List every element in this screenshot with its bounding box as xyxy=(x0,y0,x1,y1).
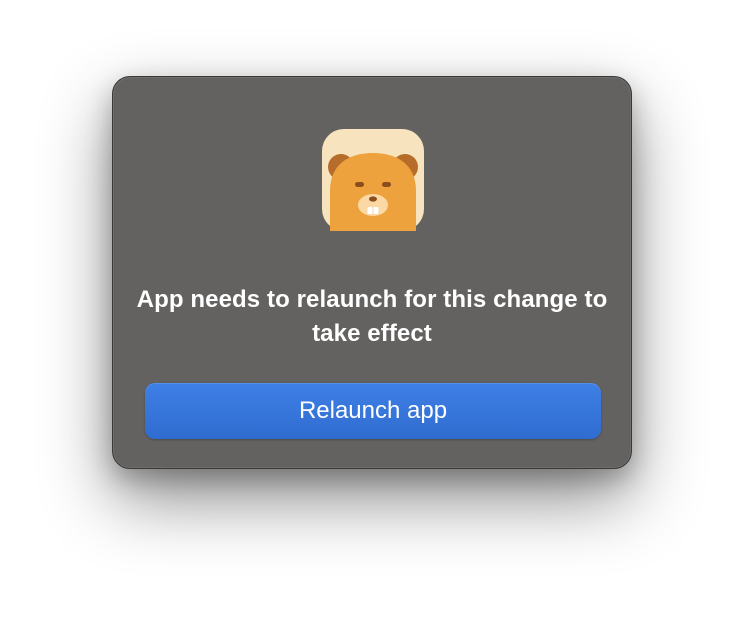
relaunch-app-button[interactable]: Relaunch app xyxy=(145,383,601,439)
relaunch-message: App needs to relaunch for this change to… xyxy=(136,286,608,347)
relaunch-dialog: App needs to relaunch for this change to… xyxy=(112,76,632,469)
beaver-app-icon xyxy=(322,129,424,231)
